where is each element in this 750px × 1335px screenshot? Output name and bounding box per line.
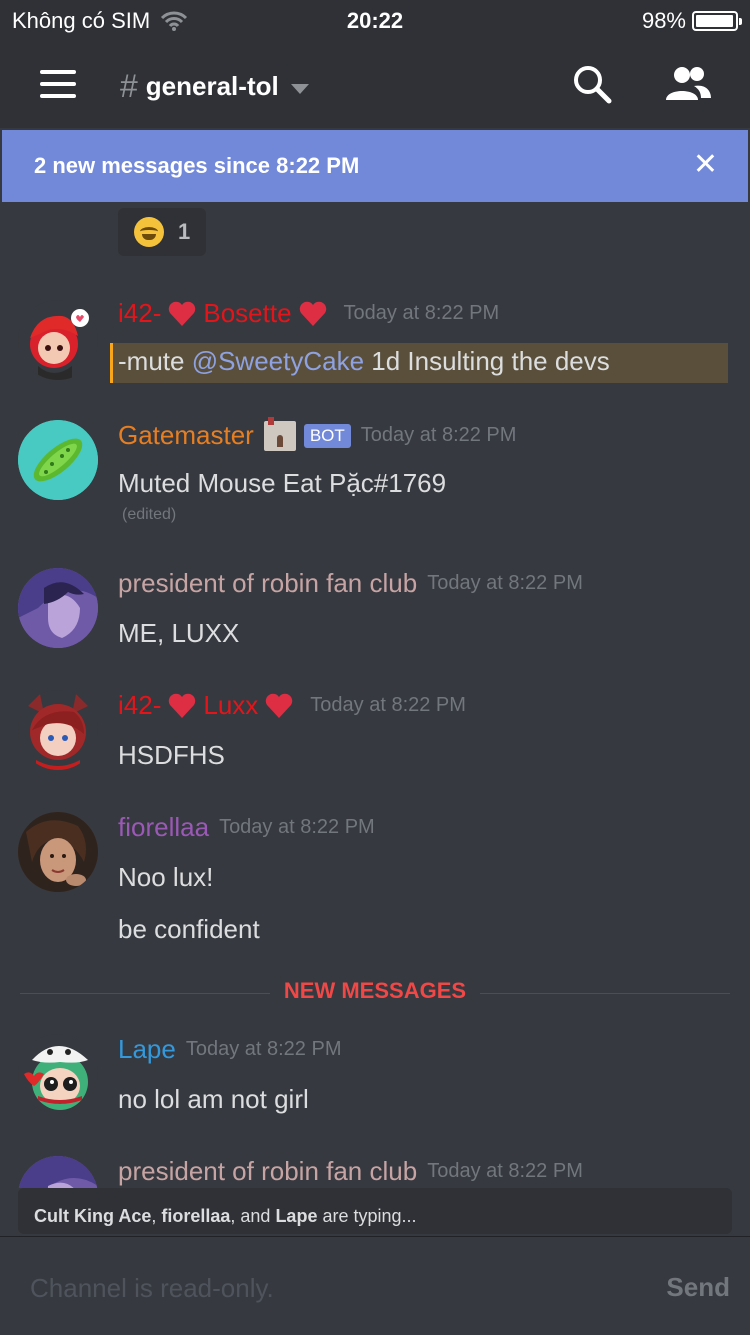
laughing-emoji-icon <box>134 217 164 247</box>
avatar[interactable] <box>18 690 98 770</box>
avatar[interactable] <box>18 812 98 892</box>
username[interactable]: fiorellaa <box>118 812 209 843</box>
username[interactable]: president of robin fan club <box>118 1156 417 1187</box>
status-bar: Không có SIM 20:22 98% <box>0 0 750 40</box>
chevron-down-icon <box>290 83 309 94</box>
timestamp: Today at 8:22 PM <box>343 302 500 324</box>
message-content: ME, LUXX <box>118 618 240 648</box>
typing-user: Lape <box>275 1206 318 1226</box>
avatar[interactable] <box>18 1034 98 1114</box>
message-composer: Channel is read-only. Send <box>0 1236 750 1335</box>
battery-icon <box>692 11 742 31</box>
message: president of robin fan club Today at 8:2… <box>0 1156 750 1188</box>
nav-bar: # general-tol <box>0 50 750 122</box>
menu-icon[interactable] <box>40 70 76 98</box>
new-messages-label: NEW MESSAGES <box>270 978 480 1004</box>
bot-badge: BOT <box>303 423 351 448</box>
timestamp: Today at 8:22 PM <box>219 816 375 838</box>
avatar[interactable] <box>18 1156 98 1188</box>
heart-icon <box>169 693 196 718</box>
banner-text: 2 new messages since 8:22 PM <box>34 153 360 178</box>
username[interactable]: Lape <box>118 1034 176 1065</box>
timestamp: Today at 8:22 PM <box>310 694 466 716</box>
heart-icon <box>169 301 196 326</box>
edited-label: (edited) <box>122 506 177 523</box>
reaction-count: 1 <box>178 219 191 244</box>
username[interactable]: i42- <box>118 690 161 721</box>
message-content: no lol am not girl <box>118 1084 309 1114</box>
typing-user: Cult King Ace <box>34 1206 152 1226</box>
message-header: i42- Bosette Today at 8:22 PM <box>118 298 499 329</box>
timestamp: Today at 8:22 PM <box>427 1160 583 1182</box>
search-icon[interactable] <box>572 64 612 104</box>
message-header: fiorellaa Today at 8:22 PM <box>118 812 375 843</box>
close-icon[interactable]: ✕ <box>693 150 718 180</box>
channel-name: general-tol <box>145 71 279 101</box>
message-content: Noo lux! <box>118 862 214 892</box>
message-content: -mute @SweetyCake 1d Insulting the devs <box>118 346 610 377</box>
status-time: 20:22 <box>346 8 404 33</box>
battery-percent: 98% <box>641 8 686 33</box>
top-bar: Không có SIM 20:22 98% # general-tol <box>0 0 750 128</box>
status-right: 98% <box>641 8 742 34</box>
members-icon[interactable] <box>664 64 712 104</box>
channel-selector[interactable]: # general-tol <box>120 68 309 105</box>
message-text: -mute <box>118 346 192 376</box>
castle-icon <box>263 416 296 451</box>
message-header: Gatemaster BOT Today at 8:22 PM <box>118 416 517 451</box>
username[interactable]: Gatemaster <box>118 420 254 451</box>
typing-separator: , <box>151 1206 162 1226</box>
heart-icon <box>266 693 293 718</box>
avatar[interactable] <box>18 420 98 500</box>
timestamp: Today at 8:22 PM <box>360 424 517 446</box>
user-mention[interactable]: @SweetyCake <box>192 346 364 376</box>
avatar[interactable] <box>18 568 98 648</box>
message-content: Muted Mouse Eat Pặc#1769 <box>118 468 447 498</box>
username[interactable]: i42- <box>118 298 161 329</box>
typing-user: fiorellaa <box>161 1206 231 1226</box>
message-content: HSDFHS <box>118 740 225 770</box>
avatar[interactable] <box>18 300 98 380</box>
timestamp: Today at 8:22 PM <box>427 572 583 594</box>
timestamp: Today at 8:22 PM <box>185 1038 342 1060</box>
send-button[interactable]: Send <box>666 1272 730 1303</box>
message-header: Lape Today at 8:22 PM <box>118 1034 342 1065</box>
typing-separator: , and <box>230 1206 276 1226</box>
reaction-pill[interactable]: 1 <box>118 208 206 256</box>
username[interactable]: Luxx <box>203 690 258 721</box>
message-text: 1d Insulting the devs <box>364 346 610 376</box>
typing-indicator: Cult King Ace, fiorellaa, and Lape are t… <box>18 1188 732 1234</box>
message-content: be confident <box>118 914 260 944</box>
username[interactable]: Bosette <box>203 298 291 329</box>
hash-icon: # <box>120 68 138 104</box>
heart-icon <box>299 301 326 326</box>
typing-suffix: are typing... <box>317 1206 417 1226</box>
message-header: president of robin fan club Today at 8:2… <box>118 1156 583 1187</box>
new-messages-banner[interactable]: 2 new messages since 8:22 PM ✕ <box>2 130 748 202</box>
message-header: i42- Luxx Today at 8:22 PM <box>118 690 466 721</box>
message-header: president of robin fan club Today at 8:2… <box>118 568 583 599</box>
message-input[interactable]: Channel is read-only. <box>30 1273 274 1304</box>
username[interactable]: president of robin fan club <box>118 568 417 599</box>
